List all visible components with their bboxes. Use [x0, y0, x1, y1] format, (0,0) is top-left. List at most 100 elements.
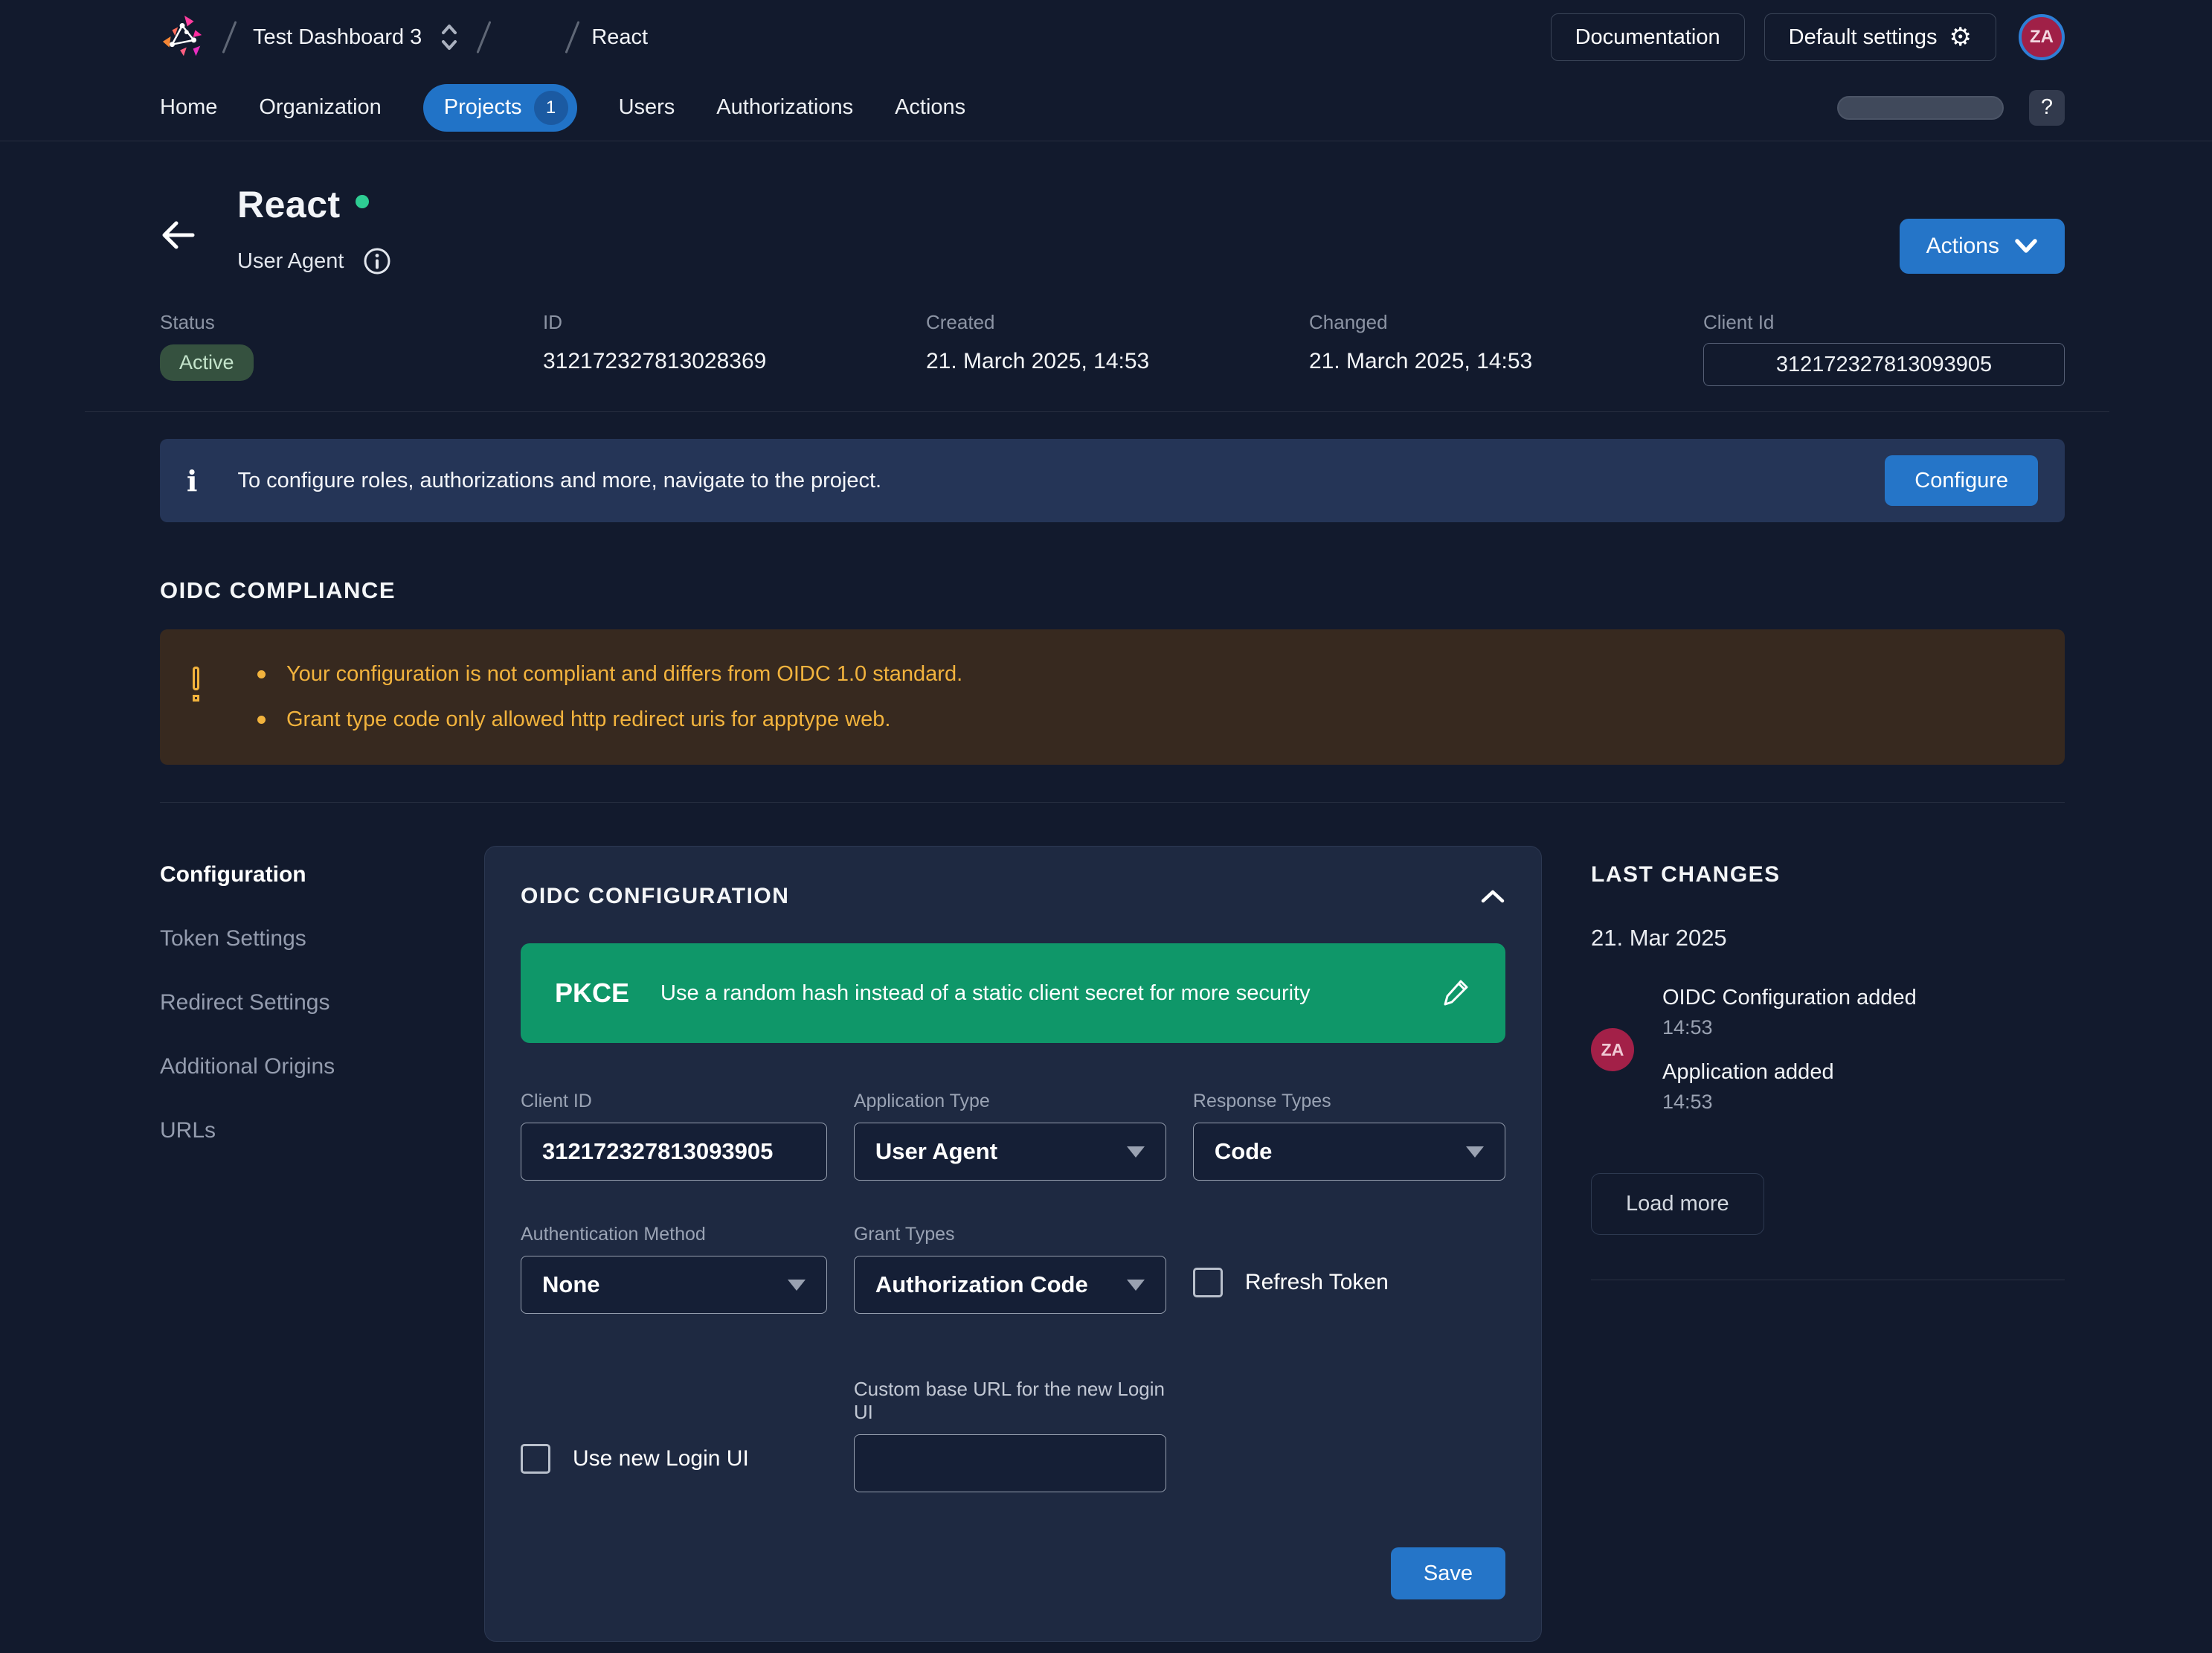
save-button[interactable]: Save	[1391, 1547, 1505, 1599]
refresh-token-checkbox[interactable]	[1193, 1268, 1223, 1297]
avatar-initials: ZA	[2030, 27, 2054, 48]
created-value: 21. March 2025, 14:53	[926, 349, 1309, 374]
breadcrumb-separator	[477, 21, 492, 54]
nav-item-actions[interactable]: Actions	[895, 95, 965, 120]
meta-id: ID 312172327813028369	[543, 311, 926, 386]
nav-item-users[interactable]: Users	[619, 95, 675, 120]
application-type-select[interactable]: User Agent	[854, 1123, 1166, 1181]
user-avatar[interactable]: ZA	[2019, 14, 2065, 60]
use-new-login-checkbox[interactable]	[521, 1444, 550, 1474]
sidenav-item-token-settings[interactable]: Token Settings	[160, 926, 484, 951]
use-new-login-field: Use new Login UI	[521, 1444, 827, 1474]
status-badge: Active	[160, 344, 254, 381]
info-icon: i	[187, 464, 197, 498]
meta-client-id: Client Id 312172327813093905	[1703, 311, 2065, 386]
meta-status: Status Active	[160, 311, 543, 386]
auth-method-select[interactable]: None	[521, 1256, 827, 1314]
sidenav-item-configuration[interactable]: Configuration	[160, 862, 484, 888]
created-label: Created	[926, 311, 1309, 334]
change-avatar-initials: ZA	[1601, 1040, 1624, 1060]
edit-pencil-icon[interactable]	[1441, 977, 1471, 1010]
project-info-banner: i To configure roles, authorizations and…	[160, 439, 2065, 522]
loading-skeleton-bar	[1837, 96, 2004, 120]
change-events: OIDC Configuration added 14:53 Applicati…	[1662, 986, 1917, 1114]
default-settings-button[interactable]: Default settings ⚙	[1764, 13, 1996, 61]
nav-item-projects[interactable]: Projects 1	[423, 84, 577, 132]
app-type-subtitle: User Agent	[237, 249, 344, 274]
help-button[interactable]: ?	[2029, 90, 2065, 126]
change-entry-group: ZA OIDC Configuration added 14:53 Applic…	[1591, 986, 2065, 1114]
response-types-select[interactable]: Code	[1193, 1123, 1505, 1181]
grant-types-label: Grant Types	[854, 1224, 1166, 1245]
page-title: React	[237, 183, 341, 226]
projects-count-badge: 1	[534, 91, 568, 125]
collapse-chevron-up-icon[interactable]	[1480, 889, 1505, 904]
response-types-label: Response Types	[1193, 1091, 1505, 1112]
zitadel-logo-icon[interactable]	[160, 13, 206, 62]
change-event-title: OIDC Configuration added	[1662, 986, 1917, 1010]
warning-text: Your configuration is not compliant and …	[286, 662, 962, 687]
use-new-login-label: Use new Login UI	[573, 1446, 749, 1471]
caret-down-icon	[1127, 1280, 1145, 1291]
breadcrumb-app[interactable]: React	[591, 25, 648, 50]
custom-base-url-label: Custom base URL for the new Login UI	[854, 1378, 1166, 1424]
client-id-field: Client ID 312172327813093905	[521, 1091, 827, 1181]
grant-types-select[interactable]: Authorization Code	[854, 1256, 1166, 1314]
pkce-banner: PKCE Use a random hash instead of a stat…	[521, 943, 1505, 1043]
chevron-down-icon	[2014, 238, 2038, 254]
configure-button[interactable]: Configure	[1885, 455, 2038, 506]
divider	[85, 411, 2109, 412]
grant-types-field: Grant Types Authorization Code	[854, 1224, 1166, 1314]
info-banner-wrap: i To configure roles, authorizations and…	[0, 439, 2212, 1642]
change-event-time: 14:53	[1662, 1016, 1917, 1039]
auth-method-value: None	[542, 1271, 600, 1298]
nav-item-home[interactable]: Home	[160, 95, 217, 120]
change-event: Application added 14:53	[1662, 1060, 1917, 1114]
breadcrumb-org[interactable]: Test Dashboard 3	[253, 25, 422, 50]
application-type-field: Application Type User Agent	[854, 1091, 1166, 1181]
refresh-token-label: Refresh Token	[1245, 1270, 1389, 1295]
content-row: Configuration Token Settings Redirect Se…	[160, 846, 2065, 1642]
divider	[160, 802, 2065, 803]
warning-item: Your configuration is not compliant and …	[257, 662, 962, 687]
title-section: React User Agent Actions	[0, 141, 2212, 275]
load-more-button[interactable]: Load more	[1591, 1173, 1764, 1235]
warning-list: Your configuration is not compliant and …	[257, 662, 962, 732]
id-label: ID	[543, 311, 926, 334]
nav-item-organization[interactable]: Organization	[259, 95, 381, 120]
nav-item-authorizations[interactable]: Authorizations	[716, 95, 853, 120]
breadcrumb-separator	[222, 21, 237, 54]
back-arrow-icon[interactable]	[160, 220, 196, 275]
help-icon: ?	[2041, 95, 2053, 120]
bullet-icon	[257, 670, 266, 678]
org-switcher-icon[interactable]	[438, 22, 460, 53]
last-changes-heading: LAST CHANGES	[1591, 862, 2065, 888]
sidenav-item-redirect-settings[interactable]: Redirect Settings	[160, 990, 484, 1015]
application-type-value: User Agent	[875, 1138, 997, 1165]
sidenav-item-urls[interactable]: URLs	[160, 1118, 484, 1143]
info-banner-text: To configure roles, authorizations and m…	[237, 469, 881, 493]
meta-changed: Changed 21. March 2025, 14:53	[1309, 311, 1692, 386]
actions-dropdown-button[interactable]: Actions	[1900, 219, 2065, 274]
auth-method-label: Authentication Method	[521, 1224, 827, 1245]
client-id-input[interactable]: 312172327813093905	[521, 1123, 827, 1181]
pkce-title: PKCE	[555, 978, 629, 1009]
warning-exclamation-icon	[193, 667, 199, 702]
documentation-button[interactable]: Documentation	[1551, 13, 1745, 61]
main-nav: Home Organization Projects 1 Users Autho…	[0, 74, 2212, 141]
info-circle-icon[interactable]	[363, 247, 391, 275]
warning-item: Grant type code only allowed http redire…	[257, 707, 962, 732]
client-id-copy-box[interactable]: 312172327813093905	[1703, 343, 2065, 386]
pkce-description: Use a random hash instead of a static cl…	[660, 981, 1311, 1006]
caret-down-icon	[1466, 1146, 1484, 1158]
custom-base-url-input[interactable]	[854, 1434, 1166, 1492]
response-types-value: Code	[1215, 1138, 1273, 1165]
documentation-label: Documentation	[1575, 25, 1720, 50]
caret-down-icon	[788, 1280, 806, 1291]
warning-text: Grant type code only allowed http redire…	[286, 707, 890, 732]
custom-base-url-field: Custom base URL for the new Login UI	[854, 1378, 1166, 1492]
auth-method-field: Authentication Method None	[521, 1224, 827, 1314]
last-changes-date: 21. Mar 2025	[1591, 925, 2065, 951]
sidenav-item-additional-origins[interactable]: Additional Origins	[160, 1054, 484, 1079]
response-types-field: Response Types Code	[1193, 1091, 1505, 1181]
